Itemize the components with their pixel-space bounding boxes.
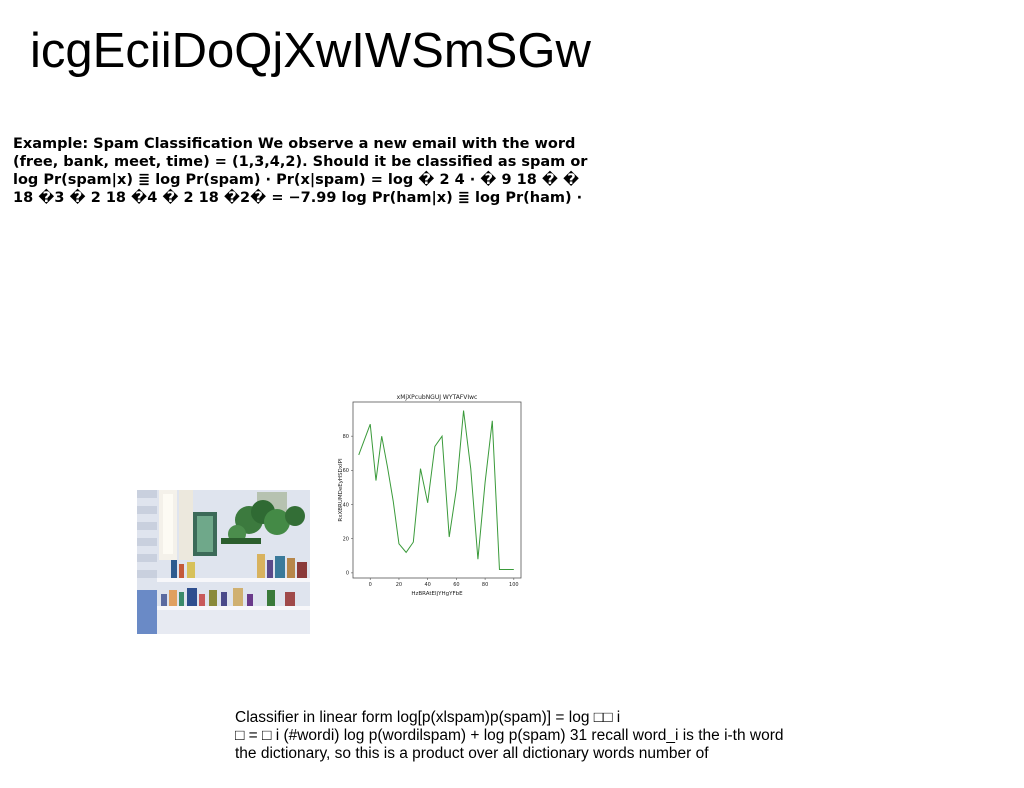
chart-x-axis-label: HzBRAtEIjYHgYFbE xyxy=(411,591,463,597)
x-tick-label: 60 xyxy=(453,582,459,588)
classifier-text-line: the dictionary, so this is a product ove… xyxy=(235,745,709,762)
x-tick-label: 20 xyxy=(396,582,402,588)
classifier-text-line: Classifier in linear form log[p(xlspam)p… xyxy=(235,709,621,726)
x-axis-ticks: 0 20 40 60 80 100 xyxy=(369,578,519,588)
classifier-text-line: □ = □ i (#wordi) log p(wordilspam) + log… xyxy=(235,727,784,744)
x-tick-label: 40 xyxy=(424,582,430,588)
chart-series-line xyxy=(358,410,514,570)
bookshelf-photo xyxy=(137,490,310,634)
spam-classification-text: Example: Spam Classification We observe … xyxy=(13,135,588,207)
chart-series xyxy=(358,410,514,570)
line-chart-svg: xMjXPcubNGUJ WYTAFVIwc 0 20 40 60 80 0 20 40 60… xyxy=(338,394,522,597)
chart-title: xMjXPcubNGUJ WYTAFVIwc xyxy=(397,394,478,401)
bookshelf-plants-photo-icon xyxy=(137,490,310,634)
spam-text-line: 18 �3 � 2 18 �4 � 2 18 �2� = −7.99 log P… xyxy=(13,190,583,206)
line-chart: xMjXPcubNGUJ WYTAFVIwc 0 20 40 60 80 0 20 40 60… xyxy=(333,386,533,600)
x-tick-label: 0 xyxy=(369,582,372,588)
spam-text-line: Example: Spam Classification We observe … xyxy=(13,136,576,152)
classifier-text: Classifier in linear form log[p(xlspam)p… xyxy=(235,709,835,763)
chart-y-axis-label: RxXBRUMDeEyHSDxIPI xyxy=(338,458,344,522)
y-axis-ticks: 020406080 xyxy=(343,434,353,577)
spam-text-line: log Pr(spam|x) ≣ log Pr(spam) · Pr(x|spa… xyxy=(13,172,580,188)
x-tick-label: 100 xyxy=(509,582,519,588)
x-tick-label: 80 xyxy=(482,582,488,588)
spam-text-line: (free, bank, meet, time) = (1,3,4,2). Sh… xyxy=(13,154,588,170)
y-tick-label: 80 xyxy=(343,434,349,440)
y-tick-label: 0 xyxy=(346,571,349,577)
page-title: icgEciiDoQjXwIWSmSGw xyxy=(30,24,591,78)
y-tick-label: 20 xyxy=(343,536,349,542)
